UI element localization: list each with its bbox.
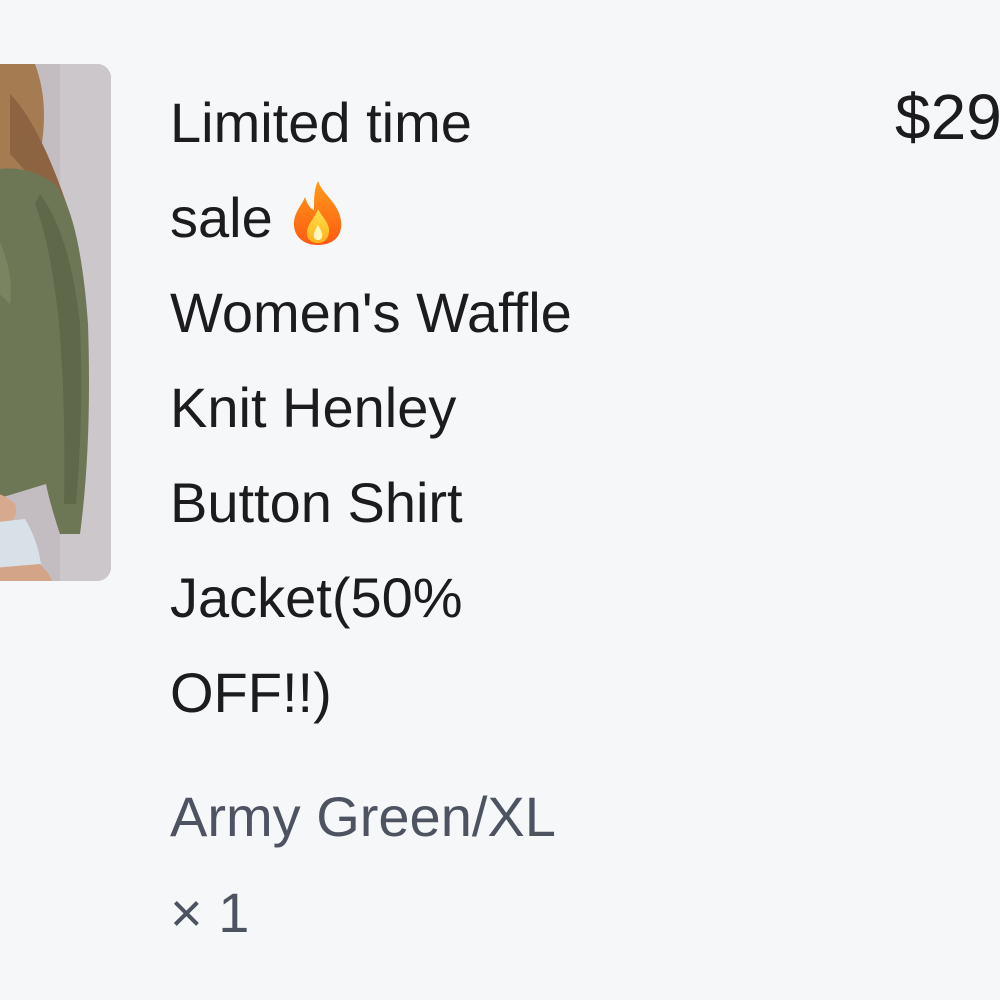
cart-line-item: Limited time sale Women's Waffle Knit He: [0, 0, 1000, 1000]
title-line: Limited time: [170, 91, 472, 154]
quantity-label: × 1: [170, 881, 250, 944]
line-price: $29: [895, 81, 1000, 153]
product-image: [0, 64, 111, 581]
title-line: Knit Henley: [170, 376, 457, 439]
variant-label: Army Green/XL: [170, 785, 556, 848]
product-thumbnail[interactable]: [0, 64, 111, 581]
title-line: OFF!!): [170, 661, 332, 724]
product-title[interactable]: Limited time sale Women's Waffle Knit He: [170, 75, 690, 740]
title-line: sale: [170, 186, 273, 249]
title-line: Button Shirt: [170, 471, 463, 534]
fire-icon: [287, 179, 349, 247]
title-line: Jacket(50%: [170, 566, 463, 629]
title-line: Women's Waffle: [170, 281, 572, 344]
